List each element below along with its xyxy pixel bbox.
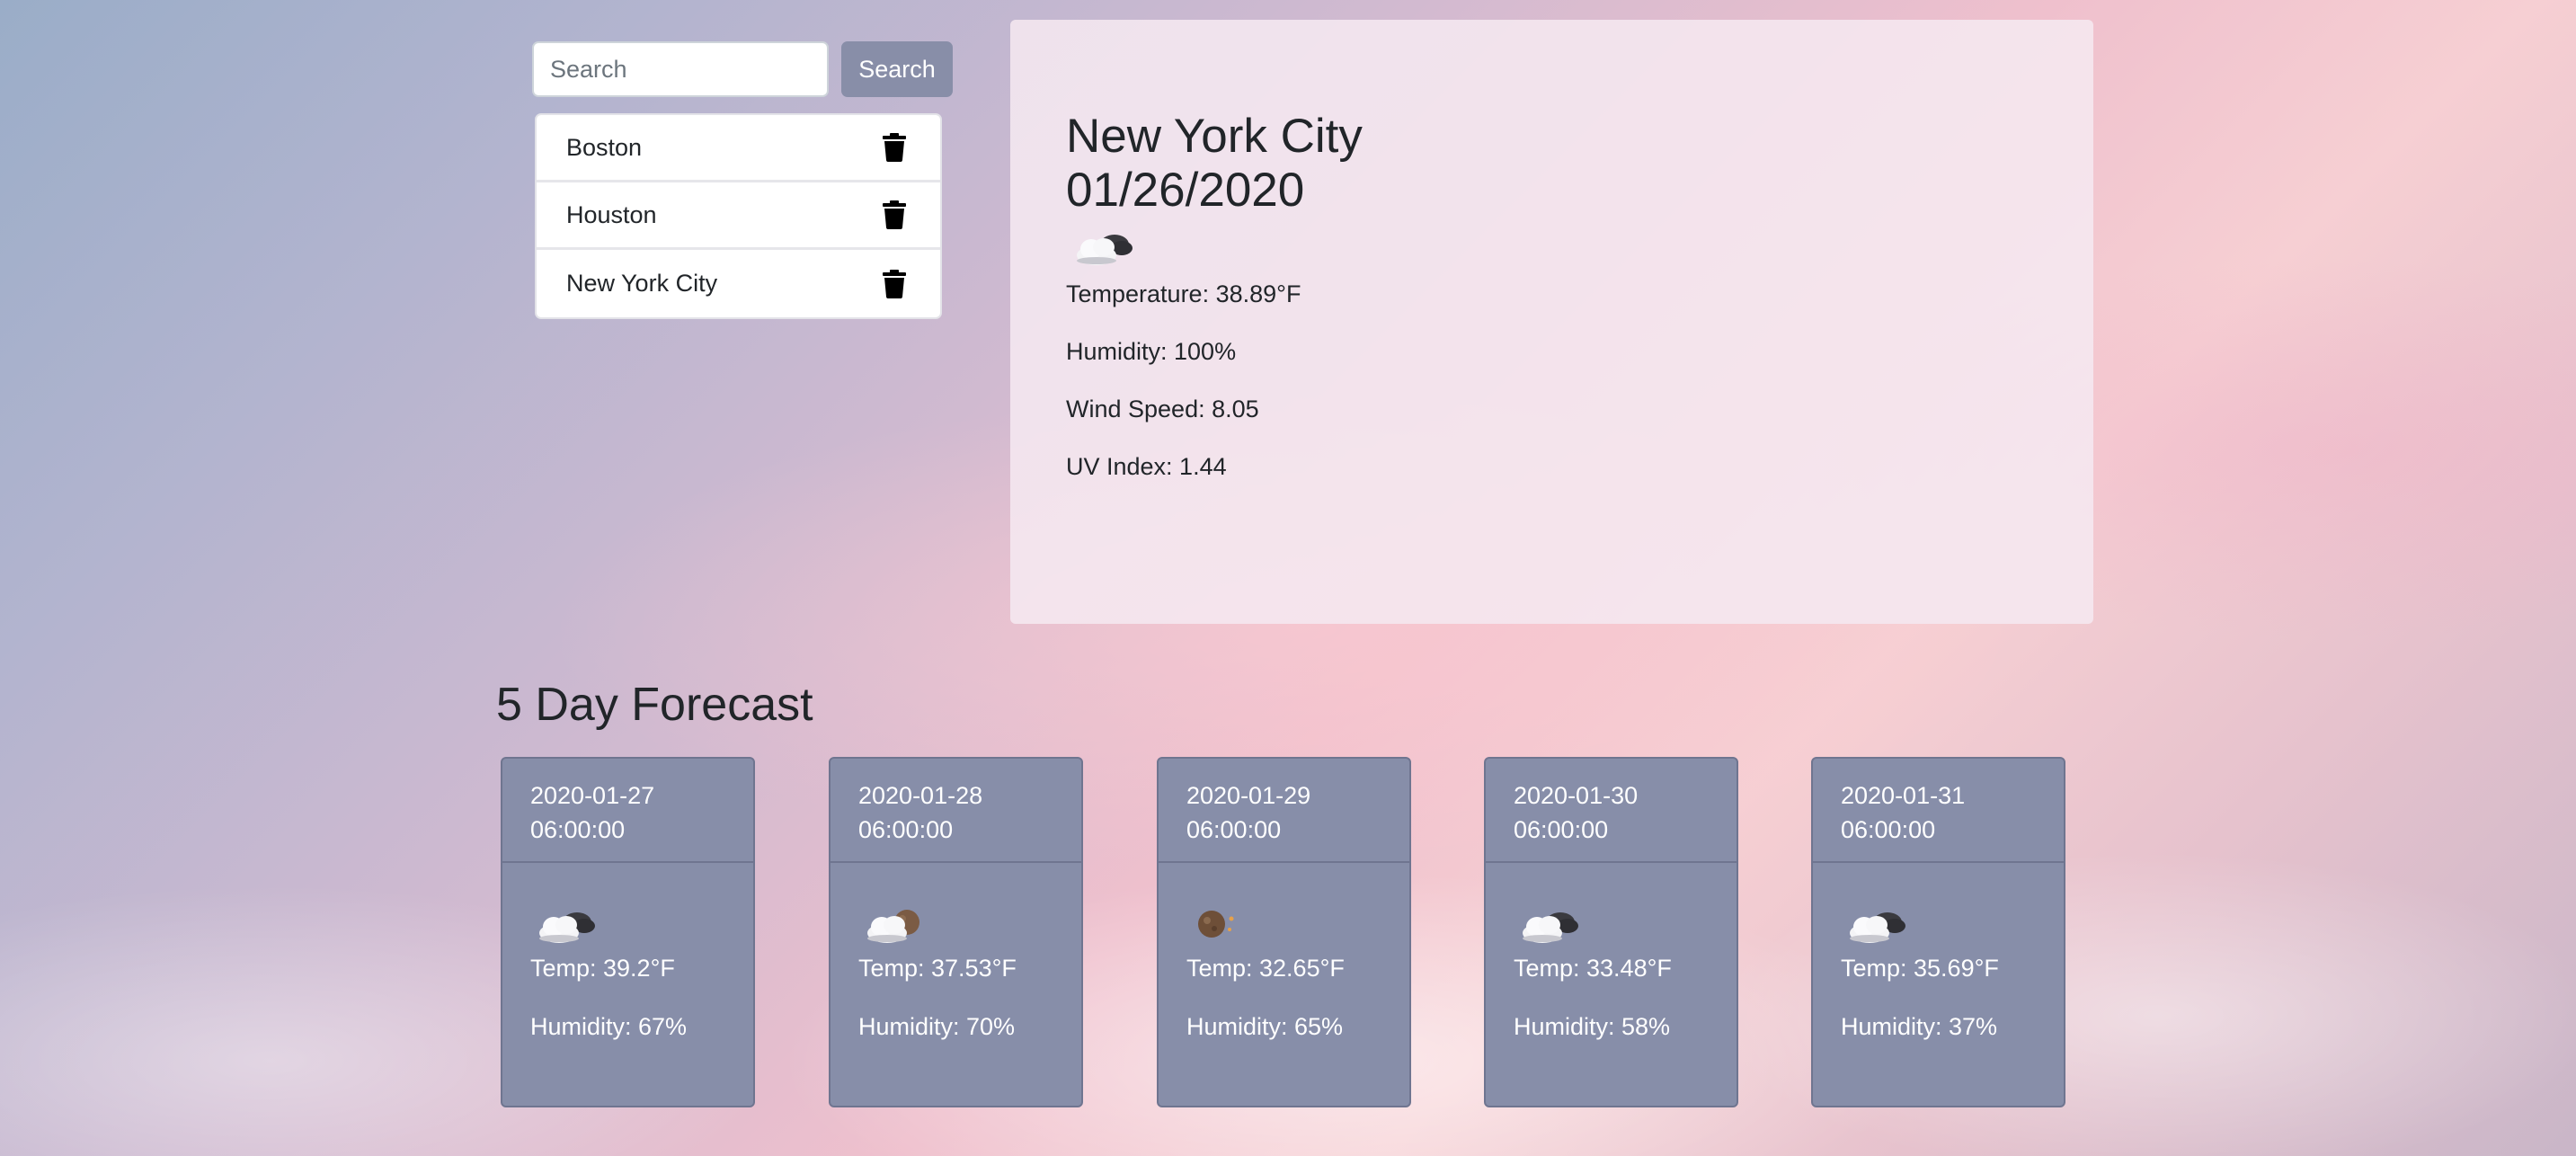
forecast-card-body: Temp: 37.53°F Humidity: 70%: [831, 863, 1081, 1040]
current-temperature: Temperature: 38.89°F: [1066, 280, 1301, 307]
cloud-night-icon: [530, 897, 599, 951]
cloud-night-icon: [1514, 897, 1582, 951]
moon-icon: [1186, 897, 1255, 951]
forecast-humidity: Humidity: 37%: [1841, 1013, 1998, 1040]
cloud-moon-icon: [858, 897, 927, 951]
history-item-label: Houston: [566, 200, 657, 228]
current-uv-index: UV Index: 1.44: [1066, 453, 1227, 480]
history-item[interactable]: Boston: [537, 115, 940, 182]
history-item-label: Boston: [566, 133, 643, 161]
forecast-card-header: 2020-01-30 06:00:00: [1486, 759, 1737, 863]
forecast-date: 2020-01-28: [858, 782, 983, 809]
forecast-temp: Temp: 33.48°F: [1514, 955, 1672, 982]
trash-icon[interactable]: [883, 133, 906, 162]
history-item[interactable]: New York City: [537, 250, 940, 317]
history-item-label: New York City: [566, 270, 718, 297]
cloud-night-icon: [1068, 219, 1136, 273]
forecast-time: 06:00:00: [858, 816, 954, 843]
forecast-card-header: 2020-01-29 06:00:00: [1159, 759, 1409, 863]
forecast-humidity: Humidity: 70%: [858, 1013, 1016, 1040]
current-wind-speed: Wind Speed: 8.05: [1066, 396, 1259, 422]
current-weather-card: New York City 01/26/2020 Temperature: 38…: [1010, 20, 2093, 624]
forecast-card-header: 2020-01-27 06:00:00: [502, 759, 753, 863]
forecast-date: 2020-01-31: [1841, 782, 1966, 809]
forecast-temp: Temp: 32.65°F: [1186, 955, 1345, 982]
trash-icon[interactable]: [883, 270, 906, 298]
forecast-card: 2020-01-29 06:00:00 Temp: 32.65°F Humidi…: [1157, 757, 1411, 1107]
forecast-time: 06:00:00: [1841, 816, 1936, 843]
forecast-card: 2020-01-28 06:00:00 Temp: 37.53°F Humidi…: [829, 757, 1083, 1107]
cloud-night-icon: [1841, 897, 1909, 951]
forecast-card-header: 2020-01-28 06:00:00: [831, 759, 1081, 863]
forecast-card-body: Temp: 35.69°F Humidity: 37%: [1813, 863, 2064, 1040]
trash-icon[interactable]: [883, 200, 906, 229]
forecast-temp: Temp: 35.69°F: [1841, 955, 1999, 982]
forecast-card-header: 2020-01-31 06:00:00: [1813, 759, 2064, 863]
forecast-card-body: Temp: 32.65°F Humidity: 65%: [1159, 863, 1409, 1040]
current-city: New York City: [1066, 110, 1363, 163]
search-history-list: Boston Houston New York City: [535, 113, 942, 319]
forecast-card-body: Temp: 39.2°F Humidity: 67%: [502, 863, 753, 1040]
forecast-date: 2020-01-27: [530, 782, 655, 809]
forecast-temp: Temp: 39.2°F: [530, 955, 675, 982]
history-item[interactable]: Houston: [537, 182, 940, 250]
current-date: 01/26/2020: [1066, 164, 1305, 217]
search-input[interactable]: [532, 41, 829, 97]
forecast-date: 2020-01-30: [1514, 782, 1639, 809]
search-button[interactable]: Search: [841, 41, 953, 97]
forecast-card-body: Temp: 33.48°F Humidity: 58%: [1486, 863, 1737, 1040]
forecast-time: 06:00:00: [1186, 816, 1282, 843]
forecast-date: 2020-01-29: [1186, 782, 1311, 809]
forecast-card: 2020-01-30 06:00:00 Temp: 33.48°F Humidi…: [1484, 757, 1738, 1107]
forecast-temp: Temp: 37.53°F: [858, 955, 1017, 982]
forecast-row: 2020-01-27 06:00:00 Temp: 39.2°F Humidit…: [501, 757, 2065, 1107]
forecast-humidity: Humidity: 67%: [530, 1013, 688, 1040]
forecast-humidity: Humidity: 65%: [1186, 1013, 1344, 1040]
forecast-time: 06:00:00: [530, 816, 626, 843]
forecast-card: 2020-01-27 06:00:00 Temp: 39.2°F Humidit…: [501, 757, 755, 1107]
forecast-humidity: Humidity: 58%: [1514, 1013, 1671, 1040]
forecast-time: 06:00:00: [1514, 816, 1609, 843]
forecast-card: 2020-01-31 06:00:00 Temp: 35.69°F Humidi…: [1811, 757, 2065, 1107]
current-humidity: Humidity: 100%: [1066, 338, 1237, 365]
forecast-heading: 5 Day Forecast: [496, 679, 813, 731]
